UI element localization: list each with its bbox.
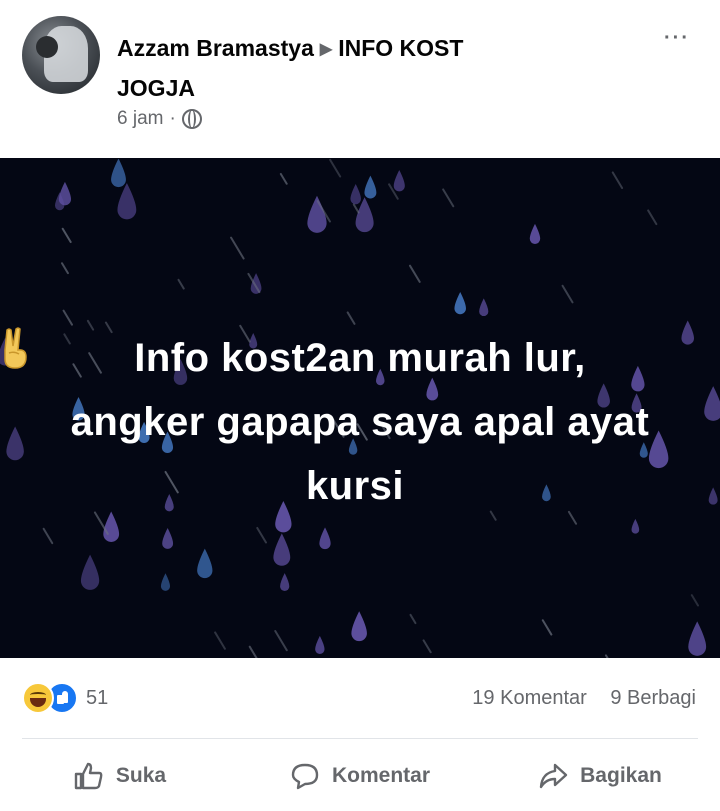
like-icon: [74, 762, 103, 790]
rain-streak: [256, 526, 267, 544]
haha-reaction-icon: [22, 682, 54, 714]
like-button[interactable]: Suka: [0, 745, 240, 807]
comment-count-link[interactable]: 19 Komentar: [472, 687, 587, 709]
rain-streak: [329, 158, 342, 178]
rain-drop: [529, 223, 541, 244]
text-line-3: kursi: [0, 327, 720, 518]
text-line-2: angker gapapa saya apal ayat: [70, 400, 650, 444]
rain-streak: [352, 203, 360, 214]
rain-streak: [279, 172, 288, 185]
like-label: Suka: [115, 764, 167, 787]
post-stats: 51 19 Komentar 9 Berbagi: [0, 660, 720, 736]
arrow-right-icon: ▶: [319, 41, 333, 58]
rain-drop: [315, 635, 325, 654]
rain-drop: [364, 175, 377, 199]
rain-streak: [61, 227, 72, 244]
rain-drop: [160, 573, 171, 591]
post-image[interactable]: Info kost2an murah lur, angker gapapa sa…: [0, 158, 720, 658]
rain-streak: [690, 594, 700, 607]
rain-drop: [631, 518, 640, 534]
more-options-icon[interactable]: ···: [664, 27, 690, 50]
group-name[interactable]: INFO KOST: [338, 35, 463, 61]
rain-drop: [351, 611, 367, 642]
rain-drop: [162, 527, 174, 549]
rain-drop: [454, 291, 466, 315]
rain-streak: [230, 236, 245, 260]
globe-icon: [181, 109, 202, 129]
rain-streak: [177, 278, 185, 290]
reaction-count: 51: [86, 686, 109, 709]
author-avatar[interactable]: [22, 16, 100, 94]
rain-streak: [422, 639, 432, 654]
avatar-head: [36, 36, 58, 58]
post-title: Azzam Bramastya ▶ INFO KOST JOGJA: [117, 30, 637, 107]
comment-label: Komentar: [331, 764, 431, 787]
share-button[interactable]: Bagikan: [480, 745, 720, 807]
rain-streak: [214, 631, 226, 650]
rain-drop: [273, 533, 291, 566]
post-meta: 6 jam ·: [117, 108, 202, 130]
author-name[interactable]: Azzam Bramastya: [117, 35, 314, 61]
post-time[interactable]: 6 jam: [117, 108, 163, 130]
rain-streak: [248, 645, 258, 658]
rain-drop: [479, 298, 489, 317]
comment-icon: [291, 763, 319, 790]
rain-drop: [111, 158, 126, 188]
rain-streak: [561, 284, 574, 304]
rain-drop: [350, 184, 361, 205]
post-actions: Suka Komentar Bagikan: [0, 745, 720, 807]
rain-streak: [346, 311, 356, 325]
rain-streak: [409, 613, 417, 625]
rain-streak: [274, 629, 288, 652]
post-image-text: Info kost2an murah lur, angker gapapa sa…: [0, 326, 720, 518]
rain-drop: [80, 554, 100, 590]
group-name-line2[interactable]: JOGJA: [117, 75, 195, 101]
rain-streak: [611, 171, 624, 189]
rain-drop: [117, 183, 137, 220]
comment-button[interactable]: Komentar: [240, 745, 480, 807]
rain-drop: [688, 621, 707, 656]
rain-drop: [319, 527, 331, 550]
rain-streak: [541, 619, 553, 636]
text-line-1: Info kost2an murah lur,: [134, 336, 586, 380]
post-header: Azzam Bramastya ▶ INFO KOST JOGJA 6 jam · …: [0, 0, 720, 158]
rain-streak: [604, 654, 609, 658]
rain-streak: [61, 262, 69, 275]
share-icon: [539, 763, 568, 789]
rain-streak: [442, 188, 455, 208]
reactions-summary[interactable]: 51: [22, 682, 108, 714]
rain-drop: [250, 273, 262, 294]
rain-drop: [280, 573, 290, 591]
rain-drop: [393, 170, 405, 192]
share-count-link[interactable]: 9 Berbagi: [610, 687, 696, 709]
rain-streak: [62, 309, 73, 326]
text-line-3-word: kursi: [305, 464, 405, 508]
meta-separator: ·: [169, 108, 176, 129]
rain-streak: [42, 527, 54, 545]
rain-streak: [408, 264, 421, 283]
actions-divider: [22, 738, 698, 739]
rain-drop: [197, 548, 213, 579]
rain-streak: [647, 209, 658, 226]
share-label: Bagikan: [580, 764, 662, 787]
engagement-counts: 19 Komentar 9 Berbagi: [472, 687, 696, 710]
